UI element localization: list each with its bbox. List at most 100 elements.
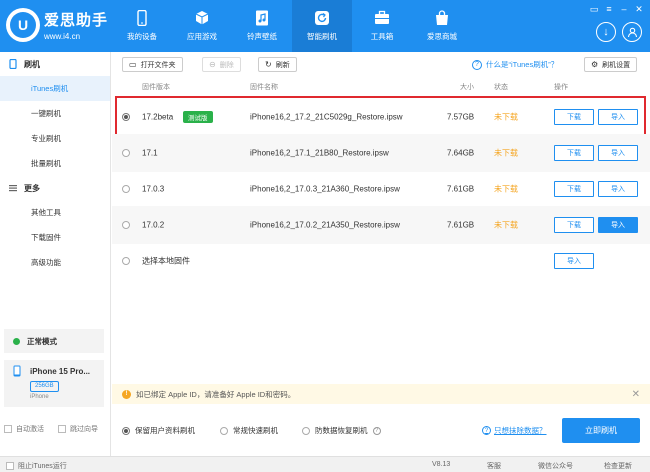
row-version: 17.0.2 — [142, 220, 165, 230]
row-firmware-name: iPhone16,2_17.0.2_21A350_Restore.ipsw — [250, 220, 400, 230]
anti-recovery-option[interactable]: 防数据恢复刷机? — [302, 425, 381, 436]
service-link[interactable]: 客服 — [487, 461, 501, 471]
folder-icon: ▭ — [129, 60, 137, 69]
apple-id-notice: ! 如已绑定 Apple ID，请准备好 Apple ID和密码。 ✕ — [112, 384, 650, 404]
nav-label: 爱思商城 — [427, 32, 457, 41]
sidebar-item-advanced[interactable]: 高级功能 — [0, 250, 110, 275]
col-version: 固件版本 — [142, 84, 170, 91]
row-status: 未下载 — [494, 148, 518, 158]
row-status: 未下载 — [494, 220, 518, 230]
skin-icon[interactable]: ▭ — [589, 4, 599, 15]
import-button[interactable]: 导入 — [598, 145, 638, 161]
device-name: iPhone 15 Pro... — [30, 366, 91, 376]
close-icon[interactable]: ✕ — [634, 4, 644, 15]
nav-ringtones[interactable]: 铃声壁纸 — [232, 0, 292, 52]
close-icon[interactable]: ✕ — [632, 389, 640, 400]
sidebar: 刷机 iTunes刷机 一键刷机 专业刷机 批量刷机 更多 其他工具 下载固件 … — [0, 52, 111, 456]
bag-icon — [436, 10, 448, 25]
sidebar-item-download-firmware[interactable]: 下载固件 — [0, 225, 110, 250]
mode-status-dot — [13, 337, 20, 345]
download-button[interactable]: 下载 — [554, 217, 594, 233]
menu-icon — [9, 185, 17, 192]
nav-label: 工具箱 — [370, 32, 394, 41]
nav-smart-flash[interactable]: 智能刷机 — [292, 0, 352, 52]
sidebar-section-flash: 刷机 — [0, 52, 110, 76]
radio[interactable] — [122, 426, 130, 435]
refresh-button[interactable]: ↻ 刷新 — [258, 57, 297, 72]
music-file-icon — [256, 10, 268, 26]
download-button[interactable]: 下载 — [554, 145, 594, 161]
nav-label: 铃声壁纸 — [247, 32, 277, 41]
download-manager-icon[interactable]: ↓ — [596, 22, 616, 42]
device-capacity-badge: 256GB — [30, 381, 59, 392]
toolbar: ▭ 打开文件夹 ⊖ 删除 ↻ 刷新 ? 什么是“iTunes刷机”？ ⚙ 刷机设置 — [112, 52, 650, 76]
sidebar-item-pro-flash[interactable]: 专业刷机 — [0, 126, 110, 151]
nav-my-device[interactable]: 我的设备 — [112, 0, 172, 52]
sidebar-options: 自动激活 跳过向导 — [4, 424, 98, 434]
table-row[interactable]: 17.0.3 iPhone16,2_17.0.3_21A360_Restore.… — [112, 170, 650, 208]
keep-data-option[interactable]: 保留用户资料刷机 — [122, 425, 195, 436]
main-nav: 我的设备 应用游戏 铃声壁纸 智能刷机 工具箱 爱思商城 — [112, 0, 472, 52]
minimize-icon[interactable]: – — [619, 4, 629, 15]
sidebar-item-batch-flash[interactable]: 批量刷机 — [0, 151, 110, 176]
download-button[interactable]: 下载 — [554, 181, 594, 197]
row-radio[interactable] — [122, 185, 130, 193]
skip-wizard-checkbox[interactable]: 跳过向导 — [58, 424, 98, 434]
mode-label: 正常模式 — [27, 336, 57, 346]
flash-settings-button[interactable]: ⚙ 刷机设置 — [584, 57, 638, 72]
row-radio[interactable] — [122, 257, 130, 265]
nav-toolbox[interactable]: 工具箱 — [352, 0, 412, 52]
question-icon[interactable]: ? — [372, 426, 381, 435]
info-icon: ! — [122, 389, 131, 399]
sidebar-item-itunes-flash[interactable]: iTunes刷机 — [0, 76, 110, 101]
top-bar: U 爱思助手 www.i4.cn 我的设备 应用游戏 铃声壁纸 智能刷机 工具箱… — [0, 0, 650, 52]
row-size: 7.61GB — [447, 220, 475, 230]
app-version: V8.13 — [432, 461, 451, 468]
toolbox-icon — [375, 10, 389, 24]
nav-label: 我的设备 — [127, 32, 157, 41]
radio[interactable] — [220, 426, 228, 435]
block-itunes-checkbox[interactable]: 阻止iTunes运行 — [6, 461, 67, 471]
nav-apps-games[interactable]: 应用游戏 — [172, 0, 232, 52]
device-mode: 正常模式 — [4, 329, 104, 353]
brand-url: www.i4.cn — [44, 32, 81, 41]
itunes-flash-help-link[interactable]: ? 什么是“iTunes刷机”？ — [472, 59, 558, 70]
wechat-link[interactable]: 微信公众号 — [538, 461, 573, 471]
brand: 爱思助手 www.i4.cn — [44, 9, 108, 41]
check-update-link[interactable]: 检查更新 — [604, 461, 632, 471]
delete-button[interactable]: ⊖ 删除 — [202, 57, 241, 72]
user-account-icon[interactable] — [622, 22, 642, 42]
sidebar-item-one-click-flash[interactable]: 一键刷机 — [0, 101, 110, 126]
erase-data-link[interactable]: ? 只想抹除数据？ — [482, 425, 547, 436]
open-folder-button[interactable]: ▭ 打开文件夹 — [122, 57, 183, 72]
local-firmware-row[interactable]: 选择本地固件 导入 — [112, 242, 650, 280]
user-icon — [627, 27, 637, 37]
quick-flash-option[interactable]: 常规快速刷机 — [220, 425, 278, 436]
col-action: 操作 — [554, 84, 568, 91]
nav-store[interactable]: 爱思商城 — [412, 0, 472, 52]
row-radio[interactable] — [122, 221, 130, 229]
auto-activate-checkbox[interactable]: 自动激活 — [4, 424, 44, 434]
table-row[interactable]: 17.1 iPhone16,2_17.1_21B80_Restore.ipsw … — [112, 134, 650, 172]
import-button[interactable]: 导入 — [554, 253, 594, 269]
row-status: 未下载 — [494, 184, 518, 194]
row-radio[interactable] — [122, 149, 130, 157]
device-card[interactable]: iPhone 15 Pro... 256GB iPhone — [4, 360, 104, 407]
sidebar-item-other-tools[interactable]: 其他工具 — [0, 200, 110, 225]
phone-icon — [9, 59, 17, 69]
row-version: 17.0.3 — [142, 184, 165, 194]
col-name: 固件名称 — [250, 84, 278, 91]
nav-label: 应用游戏 — [187, 32, 217, 41]
import-button[interactable]: 导入 — [598, 217, 638, 233]
question-icon: ? — [472, 59, 482, 70]
menu-icon[interactable]: ≡ — [604, 4, 614, 15]
flash-now-button[interactable]: 立即刷机 — [562, 418, 640, 443]
question-icon: ? — [482, 426, 491, 435]
status-bar: 阻止iTunes运行 V8.13 客服 微信公众号 检查更新 — [0, 456, 650, 472]
col-status: 状态 — [494, 84, 508, 91]
table-row[interactable]: 17.0.2 iPhone16,2_17.0.2_21A350_Restore.… — [112, 206, 650, 244]
refresh-icon: ↻ — [265, 60, 272, 69]
import-button[interactable]: 导入 — [598, 181, 638, 197]
device-type: iPhone — [30, 394, 49, 400]
radio[interactable] — [302, 426, 310, 435]
